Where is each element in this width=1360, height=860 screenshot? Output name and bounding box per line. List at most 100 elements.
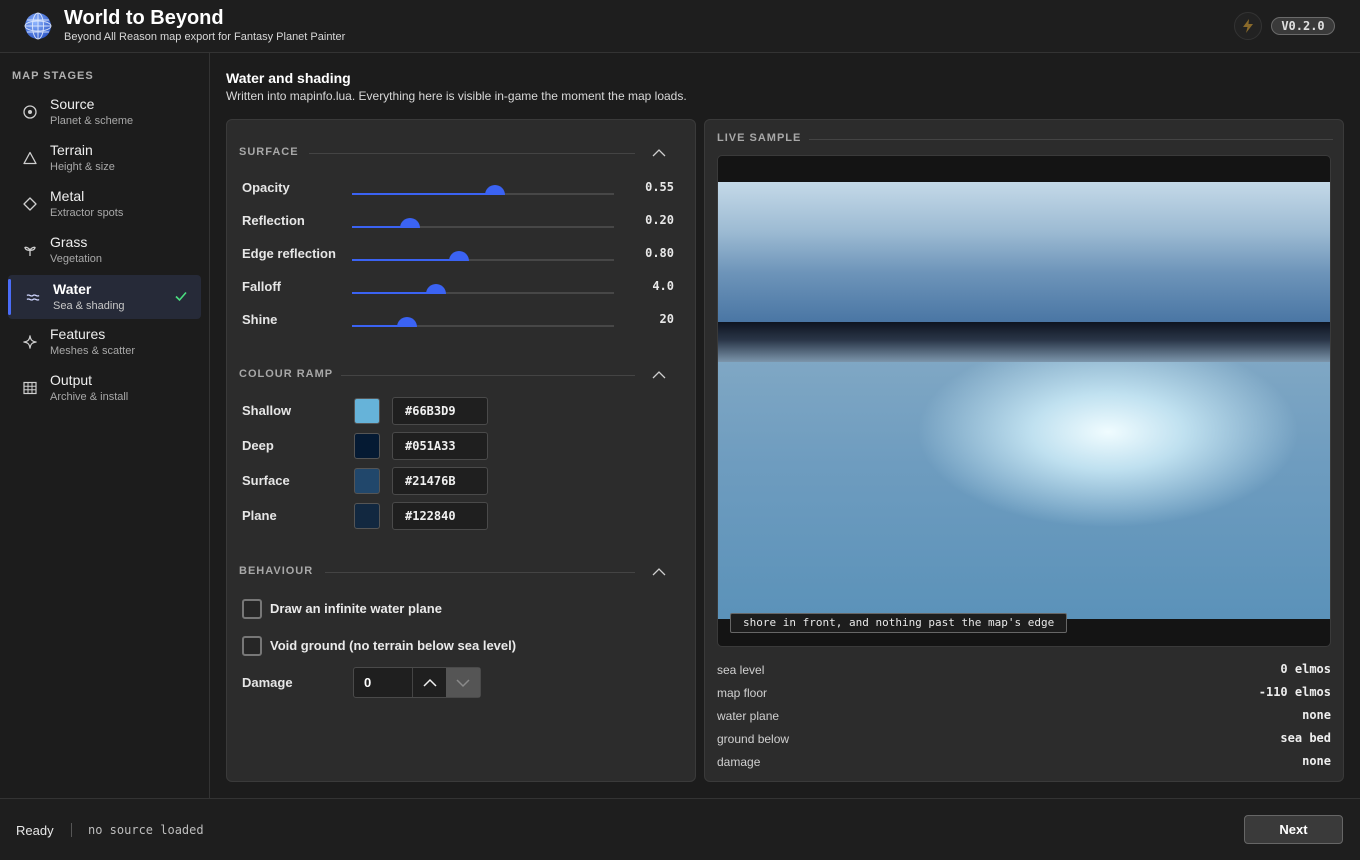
globe-logo-icon	[24, 12, 52, 40]
slider-thumb[interactable]	[425, 284, 446, 294]
stat-value: 0 elmos	[1280, 662, 1331, 676]
slider-track[interactable]	[352, 185, 614, 195]
status-state: Ready	[16, 823, 54, 838]
hex-input[interactable]: #122840	[392, 502, 488, 530]
sidebar-item-sub: Meshes & scatter	[50, 345, 135, 357]
preview-sky	[718, 182, 1330, 322]
stat-key: map floor	[717, 686, 768, 700]
decrement-button[interactable]	[446, 668, 480, 697]
slider-value: 4.0	[652, 279, 674, 293]
next-button[interactable]: Next	[1244, 815, 1343, 844]
live-sample-panel: LIVE SAMPLE shore in front, and nothing …	[704, 119, 1344, 782]
page-title: Water and shading	[226, 70, 351, 86]
section-title: LIVE SAMPLE	[717, 132, 802, 144]
damage-value[interactable]: 0	[364, 675, 371, 690]
bolt-icon	[1243, 19, 1253, 33]
stat-key: sea level	[717, 663, 765, 677]
waves-icon	[26, 294, 40, 301]
section-behaviour-header[interactable]: BEHAVIOUR	[239, 565, 675, 579]
slider-fill	[352, 193, 495, 195]
stat-key: water plane	[717, 709, 780, 723]
sidebar-item-sub: Sea & shading	[53, 300, 125, 312]
hex-input[interactable]: #21476B	[392, 467, 488, 495]
status-detail: no source loaded	[88, 823, 204, 837]
color-row-deep: Deep #051A33	[242, 432, 502, 460]
chevron-down-icon	[456, 678, 470, 687]
stat-key: damage	[717, 755, 761, 769]
increment-button[interactable]	[412, 668, 446, 697]
stat-key: ground below	[717, 732, 790, 746]
slider-shine: Shine 20	[242, 309, 674, 331]
sidebar-item-terrain[interactable]: Terrain Height & size	[8, 136, 201, 180]
infinite-plane-checkbox[interactable]	[242, 599, 262, 619]
sidebar-item-sub: Archive & install	[50, 391, 129, 403]
damage-label: Damage	[242, 675, 293, 690]
section-surface-header[interactable]: SURFACE	[239, 146, 675, 160]
color-swatch[interactable]	[354, 398, 380, 424]
sidebar-item-output[interactable]: Output Archive & install	[8, 366, 201, 410]
divider	[325, 572, 635, 573]
sidebar-item-metal[interactable]: Metal Extractor spots	[8, 182, 201, 226]
slider-fill	[352, 259, 460, 261]
quick-action-button[interactable]	[1234, 12, 1262, 40]
hex-input[interactable]: #051A33	[392, 432, 488, 460]
water-preview-viewport[interactable]: shore in front, and nothing past the map…	[717, 155, 1331, 647]
color-swatch[interactable]	[354, 468, 380, 494]
slider-opacity: Opacity 0.55	[242, 177, 674, 199]
sidebar-item-grass[interactable]: Grass Vegetation	[8, 228, 201, 272]
slider-value: 0.20	[645, 213, 674, 227]
color-swatch[interactable]	[354, 503, 380, 529]
color-swatch[interactable]	[354, 433, 380, 459]
slider-label: Opacity	[242, 180, 290, 195]
chevron-up-icon[interactable]	[651, 367, 667, 383]
page-description: Written into mapinfo.lua. Everything her…	[226, 89, 687, 103]
live-sample-header: LIVE SAMPLE	[717, 132, 1333, 146]
sidebar-item-source[interactable]: Source Planet & scheme	[8, 90, 201, 134]
color-label: Shallow	[242, 403, 292, 418]
hex-input[interactable]: #66B3D9	[392, 397, 488, 425]
preview-caption: shore in front, and nothing past the map…	[730, 613, 1068, 633]
slider-thumb[interactable]	[449, 251, 470, 261]
divider	[341, 375, 635, 376]
color-row-plane: Plane #122840	[242, 502, 502, 530]
color-label: Plane	[242, 508, 277, 523]
section-title: SURFACE	[239, 146, 299, 158]
slider-track[interactable]	[352, 284, 614, 294]
divider	[309, 153, 635, 154]
section-colour-ramp-header[interactable]: COLOUR RAMP	[239, 368, 675, 382]
sidebar-item-label: Source	[50, 96, 95, 112]
slider-track[interactable]	[352, 251, 614, 261]
grid-icon	[23, 381, 37, 395]
color-row-shallow: Shallow #66B3D9	[242, 397, 502, 425]
sidebar: MAP STAGES Source Planet & scheme Terrai…	[0, 53, 210, 798]
chevron-up-icon[interactable]	[651, 564, 667, 580]
slider-thumb[interactable]	[397, 317, 418, 327]
settings-panel: SURFACE Opacity 0.55 Reflection 0.20 Edg…	[226, 119, 696, 782]
checkbox-label: Draw an infinite water plane	[270, 601, 442, 616]
slider-label: Edge reflection	[242, 246, 336, 261]
diamond-icon	[23, 197, 37, 211]
slider-thumb[interactable]	[399, 218, 420, 228]
damage-stepper[interactable]: 0	[353, 667, 481, 698]
slider-track[interactable]	[352, 317, 614, 327]
sidebar-item-features[interactable]: Features Meshes & scatter	[8, 320, 201, 364]
checkbox-label: Void ground (no terrain below sea level)	[270, 638, 517, 653]
slider-track[interactable]	[352, 218, 614, 228]
chevron-up-icon	[422, 678, 437, 687]
slider-label: Shine	[242, 312, 278, 327]
void-ground-checkbox[interactable]	[242, 636, 262, 656]
sidebar-item-water[interactable]: Water Sea & shading	[8, 275, 201, 319]
sprout-icon	[24, 246, 36, 256]
slider-label: Falloff	[242, 279, 281, 294]
slider-fill	[352, 292, 436, 294]
sidebar-item-sub: Planet & scheme	[50, 115, 134, 127]
app-subtitle: Beyond All Reason map export for Fantasy…	[64, 31, 346, 43]
sidebar-heading: MAP STAGES	[12, 70, 94, 82]
sidebar-item-sub: Height & size	[50, 161, 115, 173]
slider-value: 20	[659, 312, 674, 326]
stat-row: water plane none	[717, 707, 1331, 725]
chevron-up-icon[interactable]	[651, 145, 667, 161]
stat-row: damage none	[717, 753, 1331, 771]
slider-thumb[interactable]	[484, 185, 505, 195]
section-title: BEHAVIOUR	[239, 565, 314, 577]
